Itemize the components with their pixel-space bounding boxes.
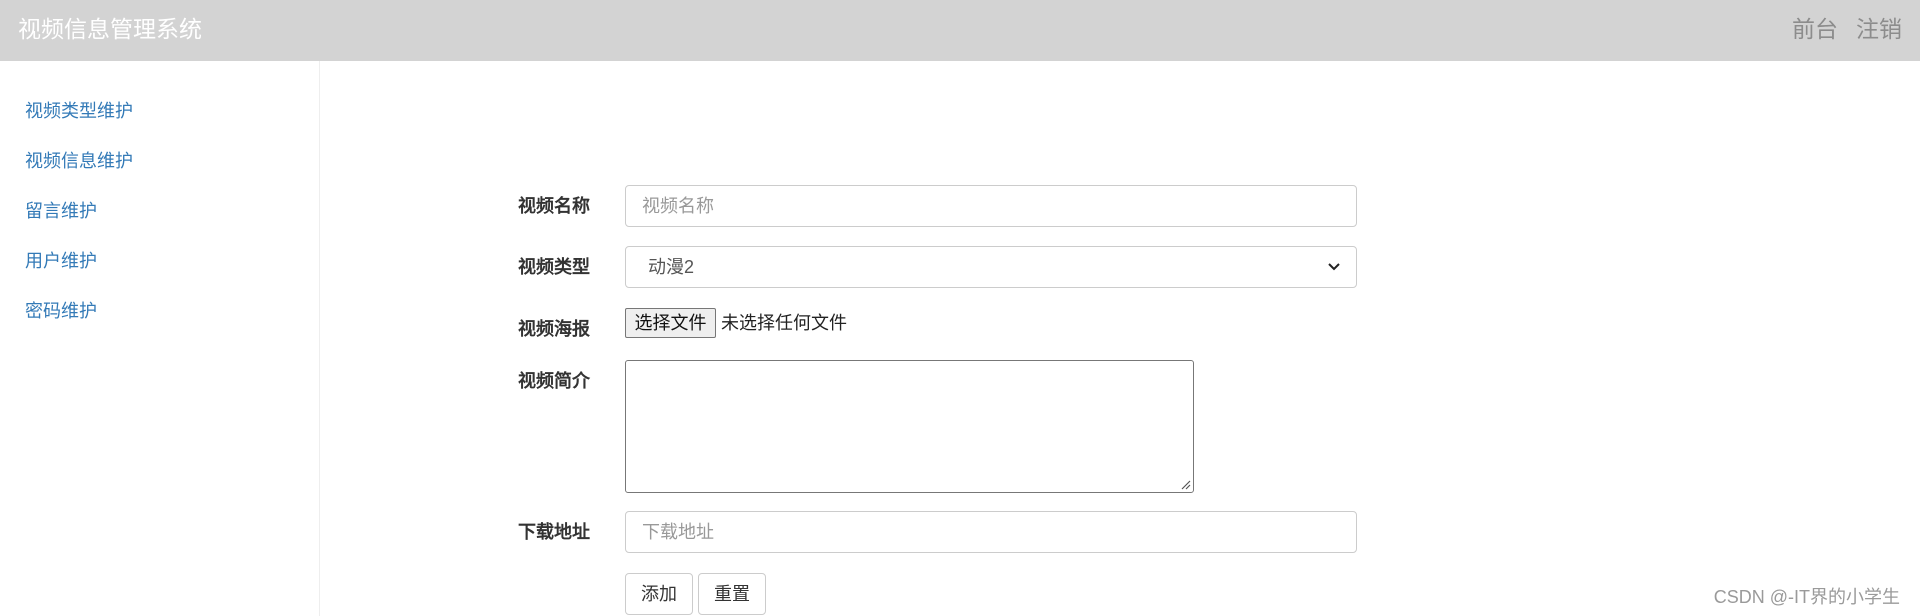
sidebar: 视频类型维护 视频信息维护 留言维护 用户维护 密码维护 (0, 61, 320, 616)
file-status-text: 未选择任何文件 (721, 313, 847, 333)
app-title[interactable]: 视频信息管理系统 (18, 14, 202, 44)
download-url-label: 下载地址 (518, 522, 590, 542)
video-name-input[interactable]: 视频名称 (625, 185, 1357, 227)
video-type-selected-value: 动漫2 (648, 257, 695, 277)
video-type-select[interactable]: 动漫2 (625, 246, 1357, 288)
csdn-watermark: CSDN @-IT界的小学生 (1713, 587, 1900, 607)
sidebar-item-messages[interactable]: 留言维护 (25, 199, 97, 223)
resize-grip-icon[interactable] (1179, 478, 1191, 490)
choose-file-button[interactable]: 选择文件 (625, 308, 716, 338)
nav-logout-link[interactable]: 注销 (1856, 14, 1902, 44)
chevron-down-icon (1328, 263, 1340, 271)
sidebar-item-video-type[interactable]: 视频类型维护 (25, 99, 133, 123)
video-intro-textarea[interactable] (625, 360, 1194, 493)
video-intro-label: 视频简介 (518, 371, 590, 391)
video-name-label: 视频名称 (518, 196, 590, 216)
top-nav: 前台 注销 (1792, 14, 1902, 44)
sidebar-item-password[interactable]: 密码维护 (25, 299, 97, 323)
sidebar-item-video-info[interactable]: 视频信息维护 (25, 149, 133, 173)
nav-frontend-link[interactable]: 前台 (1792, 14, 1838, 44)
download-url-input[interactable]: 下载地址 (625, 511, 1357, 553)
video-poster-label: 视频海报 (518, 319, 590, 339)
add-button[interactable]: 添加 (625, 573, 693, 615)
video-type-label: 视频类型 (518, 257, 590, 277)
reset-button[interactable]: 重置 (698, 573, 766, 615)
sidebar-item-users[interactable]: 用户维护 (25, 249, 97, 273)
top-navbar: 视频信息管理系统 前台 注销 (0, 0, 1920, 61)
